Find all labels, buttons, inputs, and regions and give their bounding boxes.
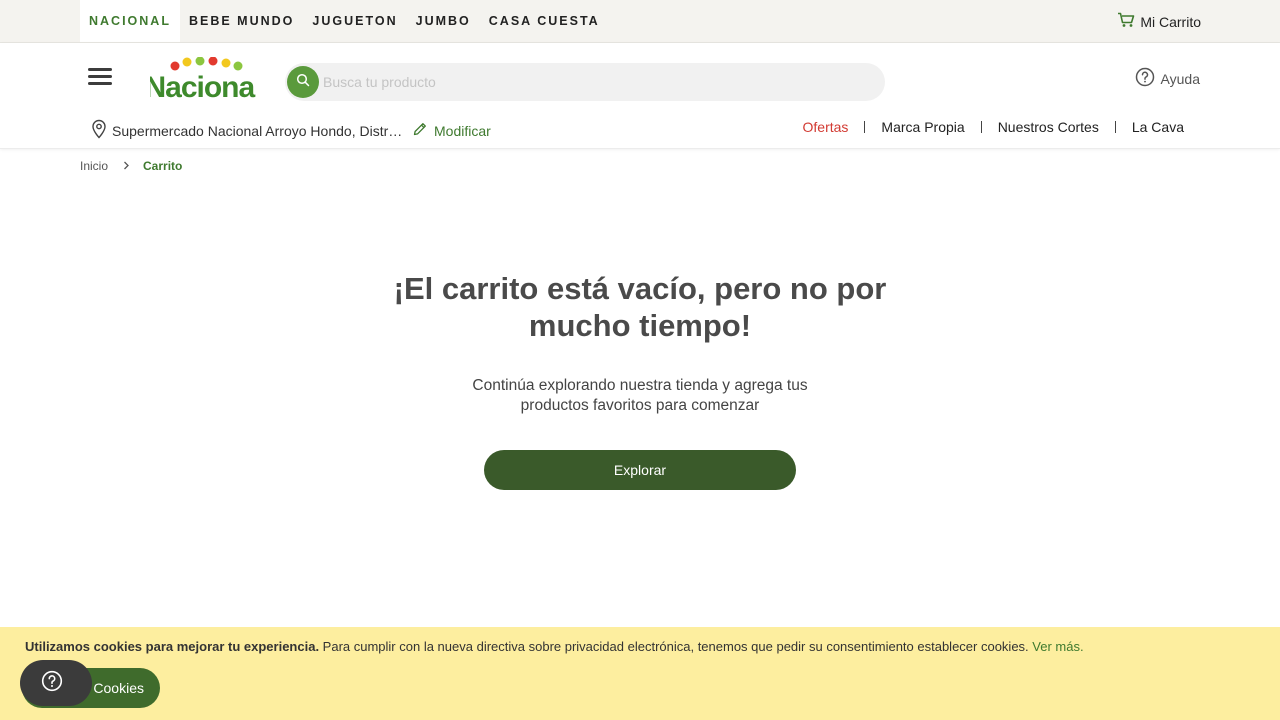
- cookie-message-text: Para cumplir con la nueva directiva sobr…: [319, 639, 1033, 654]
- quick-link-nuestros-cortes[interactable]: Nuestros Cortes: [998, 119, 1099, 135]
- brand-tab-jugueton[interactable]: JUGUETON: [303, 0, 406, 42]
- quick-link-ofertas[interactable]: Ofertas: [803, 119, 849, 135]
- quick-links: Ofertas Marca Propia Nuestros Cortes La …: [803, 119, 1184, 135]
- cookie-message-bold: Utilizamos cookies para mejorar tu exper…: [25, 639, 320, 654]
- empty-cart-subtitle-line-2: productos favoritos para comenzar: [520, 396, 760, 414]
- brand-tab-nacional[interactable]: NACIONAL: [80, 0, 180, 42]
- empty-cart-title: ¡El carrito está vacío, pero no por much…: [340, 270, 940, 344]
- my-cart-link[interactable]: Mi Carrito: [1117, 12, 1201, 31]
- store-name[interactable]: Supermercado Nacional Arroyo Hondo, Dist…: [112, 123, 404, 139]
- cookie-banner: Utilizamos cookies para mejorar tu exper…: [0, 627, 1280, 720]
- divider: [980, 121, 982, 133]
- floating-help-button[interactable]: [20, 660, 92, 706]
- chevron-right-icon: [123, 159, 130, 173]
- empty-cart-subtitle: Continúa explorando nuestra tienda y agr…: [440, 376, 840, 415]
- store-selector: Supermercado Nacional Arroyo Hondo, Dist…: [90, 119, 491, 142]
- search-input[interactable]: [323, 72, 863, 92]
- quick-link-marca-propia[interactable]: Marca Propia: [881, 119, 964, 135]
- main-header: Nacional Ayuda Supermercado Nacional Arr…: [0, 43, 1280, 149]
- cookie-message: Utilizamos cookies para mejorar tu exper…: [25, 639, 1084, 654]
- modify-store-button[interactable]: Modificar: [412, 121, 491, 140]
- brand-tab-jumbo[interactable]: JUMBO: [407, 0, 480, 42]
- empty-cart-title-line-1: ¡El carrito está vacío, pero no por: [393, 271, 887, 306]
- search-button[interactable]: [287, 66, 319, 98]
- my-cart-label: Mi Carrito: [1140, 13, 1201, 30]
- help-label: Ayuda: [1160, 70, 1200, 87]
- pencil-icon: [412, 121, 428, 140]
- modify-label: Modificar: [434, 122, 491, 139]
- help-link[interactable]: Ayuda: [1135, 67, 1200, 90]
- search-bar: [285, 63, 885, 101]
- location-pin-icon: [90, 119, 108, 142]
- search-icon: [296, 73, 310, 92]
- divider: [1114, 121, 1116, 133]
- menu-icon[interactable]: [88, 68, 112, 88]
- breadcrumb: Inicio Carrito: [80, 159, 182, 173]
- quick-link-la-cava[interactable]: La Cava: [1132, 119, 1184, 135]
- brand-tabs: NACIONAL BEBE MUNDO JUGUETON JUMBO CASA …: [80, 0, 609, 42]
- logo-text: Nacional: [150, 71, 256, 101]
- empty-cart-subtitle-line-1: Continúa explorando nuestra tienda y agr…: [472, 377, 808, 394]
- nacional-logo[interactable]: Nacional: [144, 56, 263, 104]
- brand-tab-casa-cuesta[interactable]: CASA CUESTA: [480, 0, 609, 42]
- help-circle-icon: [1135, 67, 1155, 90]
- divider: [864, 121, 866, 133]
- brand-bar: NACIONAL BEBE MUNDO JUGUETON JUMBO CASA …: [0, 0, 1280, 43]
- brand-tab-bebe-mundo[interactable]: BEBE MUNDO: [180, 0, 303, 42]
- question-icon: [41, 670, 63, 697]
- cookie-more-link[interactable]: Ver más.: [1032, 639, 1083, 654]
- breadcrumb-home[interactable]: Inicio: [80, 159, 108, 173]
- explore-button[interactable]: Explorar: [484, 450, 796, 490]
- breadcrumb-current: Carrito: [143, 159, 183, 173]
- cart-icon: [1117, 12, 1135, 31]
- empty-cart-title-line-2: mucho tiempo!: [528, 308, 752, 343]
